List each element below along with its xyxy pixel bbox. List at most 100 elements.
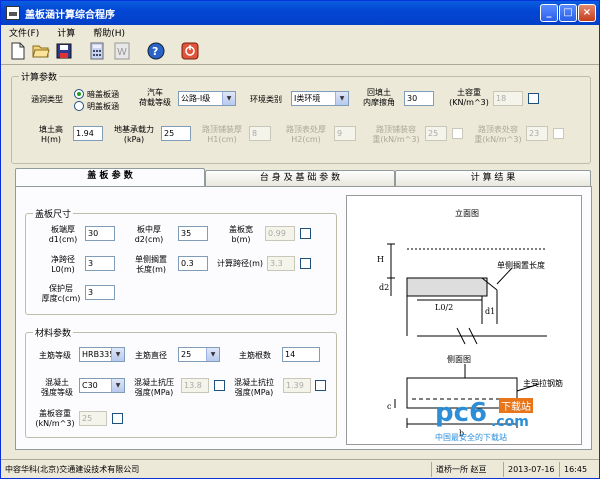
- env-select[interactable]: I类环境 ▼: [291, 91, 349, 106]
- rebar-grade-select[interactable]: HRB335 ▼: [79, 347, 125, 362]
- slab-weight-input[interactable]: 25: [79, 411, 107, 426]
- status-author: 道桥一所 赵亘: [431, 462, 503, 477]
- status-company: 中容华科(北京)交通建设技术有限公司: [5, 465, 140, 474]
- l0-label-line1: 净跨径: [51, 255, 75, 264]
- l0-input[interactable]: 3: [85, 256, 115, 271]
- concrete-label-line2: 强度等级: [41, 388, 73, 397]
- b-checkbox[interactable]: [300, 228, 311, 239]
- label-H: H: [377, 255, 384, 264]
- culvert-type-radio-open[interactable]: [74, 101, 84, 111]
- d2-label-line2: d2(cm): [134, 235, 164, 244]
- d2-label-line1: 板中厚: [137, 225, 161, 234]
- toolbar: W ?: [1, 39, 599, 65]
- culvert-type-radio-covered[interactable]: [74, 89, 84, 99]
- b-label-line1: 盖板宽: [229, 225, 253, 234]
- env-value: I类环境: [294, 94, 321, 103]
- chevron-down-icon: ▼: [111, 348, 124, 361]
- surf-thick-input[interactable]: 9: [334, 126, 356, 141]
- load-label-line2: 荷载等级: [139, 98, 171, 107]
- label-L0-half: L0/2: [435, 303, 453, 312]
- tab-slab-params[interactable]: 盖 板 参 数: [15, 168, 205, 187]
- exit-icon[interactable]: [180, 41, 200, 61]
- slab-weight-checkbox[interactable]: [112, 413, 123, 424]
- svg-text:W: W: [117, 47, 127, 58]
- slab-dims-legend: 盖板尺寸: [33, 207, 74, 220]
- load-label-line1: 汽车: [147, 88, 163, 97]
- close-button[interactable]: ×: [578, 4, 596, 22]
- elevation-title: 立面图: [455, 208, 479, 218]
- new-file-icon[interactable]: [8, 41, 28, 61]
- rebar-dia-value: 25: [181, 350, 192, 359]
- help-icon[interactable]: ?: [146, 41, 166, 61]
- surf-thick-label-line1: 路顶表处厚: [286, 125, 326, 134]
- tens-strength-input[interactable]: 1.39: [283, 378, 311, 393]
- open-folder-icon[interactable]: [31, 41, 51, 61]
- menu-file[interactable]: 文件(F): [9, 26, 39, 39]
- calc-span-checkbox[interactable]: [300, 258, 311, 269]
- d1-label-line2: d1(cm): [48, 235, 78, 244]
- pave-weight-checkbox[interactable]: [452, 128, 463, 139]
- maximize-button[interactable]: □: [559, 4, 577, 22]
- calculator-icon[interactable]: [87, 41, 107, 61]
- menu-calculate[interactable]: 计算: [57, 26, 75, 39]
- bearing-len-label-line2: 长度(m): [135, 265, 167, 274]
- bearing-length-input[interactable]: 0.3: [178, 256, 208, 271]
- slab-weight-label-line2: (kN/m^3): [35, 419, 75, 428]
- load-grade-select[interactable]: 公路-I级 ▼: [178, 91, 236, 106]
- app-window: 盖板涵计算综合程序 _ □ × 文件(F) 计算 帮助(H) W ? 计算参数 …: [0, 0, 600, 479]
- backfill-angle-input[interactable]: 30: [404, 91, 434, 106]
- tab-results[interactable]: 计 算 结 果: [395, 170, 591, 186]
- rebar-count-input[interactable]: 14: [282, 347, 320, 362]
- surf-thick-label-line2: H2(cm): [291, 135, 321, 144]
- surf-weight-checkbox[interactable]: [553, 128, 564, 139]
- backfill-label-line2: 内摩擦角: [363, 98, 395, 107]
- comp-strength-input[interactable]: 13.8: [181, 378, 209, 393]
- fill-height-input[interactable]: 1.94: [73, 126, 103, 141]
- comp-strength-label-line1: 混凝土抗压: [134, 378, 174, 387]
- watermark-slogan: 中国最安全的下载站: [435, 433, 507, 442]
- surf-weight-input[interactable]: 23: [526, 126, 548, 141]
- culvert-type-label: 涵洞类型: [31, 95, 63, 104]
- comp-strength-label-line2: 强度(MPa): [134, 388, 174, 397]
- label-d2: d2: [379, 283, 389, 292]
- save-icon[interactable]: [54, 41, 74, 61]
- minimize-button[interactable]: _: [540, 4, 558, 22]
- b-input[interactable]: 0.99: [265, 226, 295, 241]
- surf-weight-label-line2: 重(kN/m^3): [474, 135, 522, 144]
- rebar-grade-value: HRB335: [82, 350, 115, 359]
- material-legend: 材料参数: [33, 326, 74, 339]
- tab-abutment-params[interactable]: 台 身 及 基 础 参 数: [205, 170, 395, 186]
- chevron-down-icon: ▼: [222, 92, 235, 105]
- calc-span-input[interactable]: 3.3: [267, 256, 295, 271]
- svg-text:?: ?: [152, 45, 158, 58]
- soil-weight-input[interactable]: 18: [493, 91, 523, 106]
- surf-weight-label-line1: 路顶表处容: [478, 125, 518, 134]
- d1-input[interactable]: 30: [85, 226, 115, 241]
- d2-input[interactable]: 35: [178, 226, 208, 241]
- pave-weight-input[interactable]: 25: [425, 126, 447, 141]
- title-bar: 盖板涵计算综合程序 _ □ ×: [1, 1, 599, 25]
- concrete-grade-value: C30: [82, 381, 98, 390]
- concrete-grade-select[interactable]: C30 ▼: [79, 378, 125, 393]
- menu-help[interactable]: 帮助(H): [93, 26, 125, 39]
- comp-strength-checkbox[interactable]: [214, 380, 225, 391]
- pave-thick-label-line1: 路顶铺装厚: [202, 125, 242, 134]
- tens-strength-label-line2: 强度(MPa): [234, 388, 274, 397]
- cover-label-line2: 厚度c(cm): [41, 294, 81, 303]
- tens-strength-label-line1: 混凝土抗拉: [234, 378, 274, 387]
- schematic-diagram: 立面图 H d2 d1 L0/2 单侧搁置长度 侧面图 c b 主受拉钢筋 pc…: [346, 195, 582, 445]
- tens-strength-checkbox[interactable]: [315, 380, 326, 391]
- culvert-type-covered-label: 暗盖板涵: [87, 90, 119, 99]
- rebar-dia-select[interactable]: 25 ▼: [178, 347, 220, 362]
- bearing-capacity-input[interactable]: 25: [161, 126, 191, 141]
- word-icon[interactable]: W: [112, 41, 132, 61]
- b-label-line2: b(m): [231, 235, 251, 244]
- cover-input[interactable]: 3: [85, 285, 115, 300]
- soil-weight-checkbox[interactable]: [528, 93, 539, 104]
- pave-weight-label-line2: 重(kN/m^3): [372, 135, 420, 144]
- chevron-down-icon: ▼: [206, 348, 219, 361]
- bearing-len-label-line1: 单侧搁置: [135, 255, 167, 264]
- pave-thick-input[interactable]: 8: [249, 126, 271, 141]
- status-bar: 中容华科(北京)交通建设技术有限公司 道桥一所 赵亘 2013-07-16 16…: [1, 459, 599, 478]
- load-grade-value: 公路-I级: [181, 94, 211, 103]
